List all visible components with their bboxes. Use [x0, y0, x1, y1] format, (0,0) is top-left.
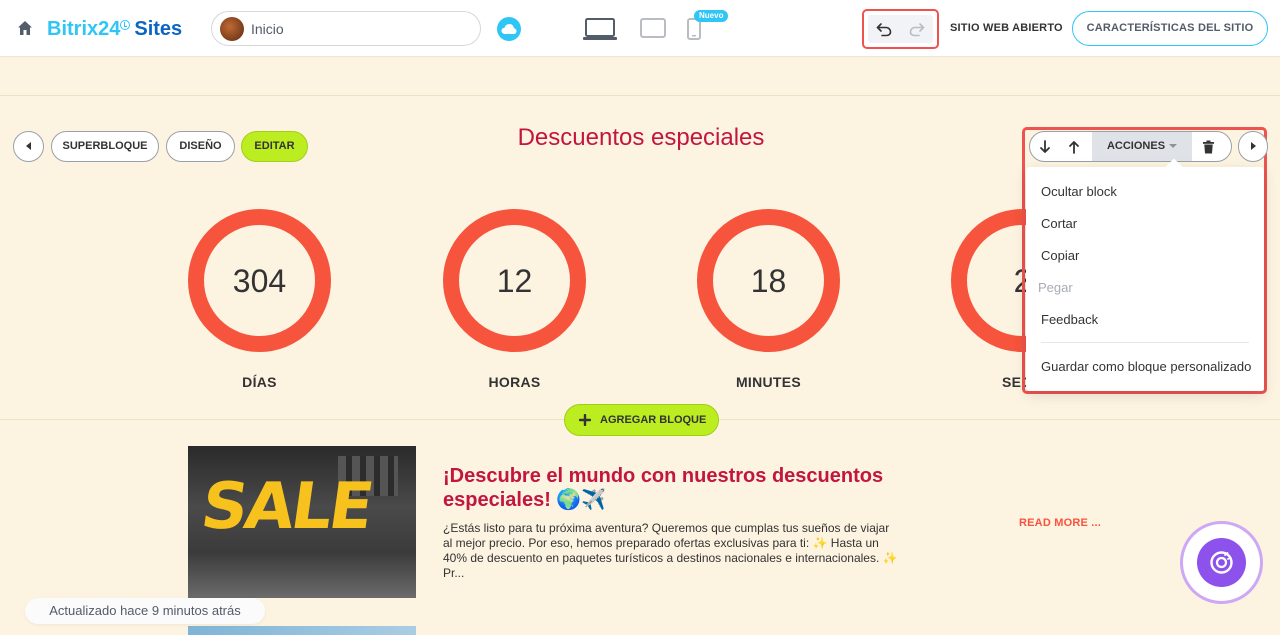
post-excerpt: ¿Estás listo para tu próxima aventura? Q… [443, 521, 898, 580]
brand-product: Sites [134, 18, 183, 40]
menu-item-paste[interactable]: Pegar [1038, 280, 1073, 295]
countdown-value: 18 [750, 263, 787, 299]
tablet-icon[interactable] [640, 18, 666, 38]
brand-logo[interactable]: Bitrix24 Sites [47, 17, 182, 41]
countdown-label: HORAS [488, 374, 541, 390]
post-image: SALE [188, 446, 416, 598]
undo-icon[interactable] [876, 21, 892, 37]
home-icon[interactable] [17, 20, 33, 36]
countdown-circle-hours: 12 [443, 209, 586, 352]
site-features-button[interactable]: CARACTERÍSTICAS DEL SITIO [1072, 11, 1268, 46]
menu-item-feedback[interactable]: Feedback [1041, 312, 1098, 327]
design-button[interactable]: DISEÑO [166, 131, 235, 162]
countdown-circle-minutes: 18 [697, 209, 840, 352]
sale-sign: SALE [196, 470, 376, 544]
open-site-link[interactable]: SITIO WEB ABIERTO [950, 22, 1063, 34]
plus-icon [579, 414, 591, 426]
top-bar: Bitrix24 Sites Inicio Nuevo SITIO WEB ABI… [0, 0, 1280, 57]
undo-redo-group [862, 9, 939, 49]
menu-divider [1041, 342, 1249, 343]
page-selector[interactable]: Inicio [211, 11, 481, 46]
desktop-icon[interactable] [583, 17, 617, 41]
cloud-icon[interactable] [497, 17, 521, 41]
countdown-value: 12 [496, 263, 533, 299]
menu-item-copy[interactable]: Copiar [1041, 248, 1079, 263]
new-badge: Nuevo [694, 10, 729, 22]
page-thumbnail [220, 17, 244, 41]
countdown-title: Descuentos especiales [517, 124, 765, 151]
countdown-circle-days: 304 [188, 209, 331, 352]
trash-icon[interactable] [1202, 140, 1215, 154]
chevron-down-icon [1169, 144, 1178, 149]
ai-assistant-icon [1197, 538, 1246, 587]
menu-item-save-custom-block[interactable]: Guardar como bloque personalizado [1041, 359, 1251, 374]
arrow-up-icon[interactable] [1067, 139, 1081, 155]
block-separator [0, 95, 1280, 96]
next-block-button[interactable] [1238, 131, 1268, 162]
add-block-button[interactable]: AGREGAR BLOQUE [564, 404, 719, 436]
actions-label: ACCIONES [1106, 140, 1166, 152]
chevron-right-icon [1250, 142, 1256, 151]
ai-assistant-button[interactable] [1180, 521, 1263, 604]
page-selector-label: Inicio [251, 21, 284, 37]
actions-menu: Ocultar block Cortar Copiar Pegar Feedba… [1026, 167, 1264, 391]
countdown-label: MINUTES [735, 374, 802, 390]
superblock-button[interactable]: SUPERBLOQUE [51, 131, 159, 162]
add-block-label: AGREGAR BLOQUE [600, 414, 707, 426]
actions-dropdown-button[interactable]: ACCIONES [1092, 132, 1192, 161]
clock-icon [120, 20, 131, 30]
chevron-left-icon [26, 142, 31, 151]
redo-icon[interactable] [909, 21, 925, 37]
menu-item-hide-block[interactable]: Ocultar block [1041, 184, 1117, 199]
countdown-label: DÍAS [242, 374, 277, 390]
previous-block-button[interactable] [13, 131, 44, 162]
countdown-value: 304 [232, 263, 287, 299]
brand-name: Bitrix24 [47, 18, 121, 40]
menu-item-cut[interactable]: Cortar [1041, 216, 1077, 231]
post-title[interactable]: ¡Descubre el mundo con nuestros descuent… [443, 464, 913, 512]
arrow-down-icon[interactable] [1038, 139, 1052, 155]
read-more-link[interactable]: READ MORE ... [1019, 517, 1101, 529]
last-updated-status: Actualizado hace 9 minutos atrás [25, 598, 265, 624]
next-post-image [188, 626, 416, 635]
block-actions-toolbar: ACCIONES [1029, 131, 1232, 162]
edit-button[interactable]: EDITAR [241, 131, 308, 162]
